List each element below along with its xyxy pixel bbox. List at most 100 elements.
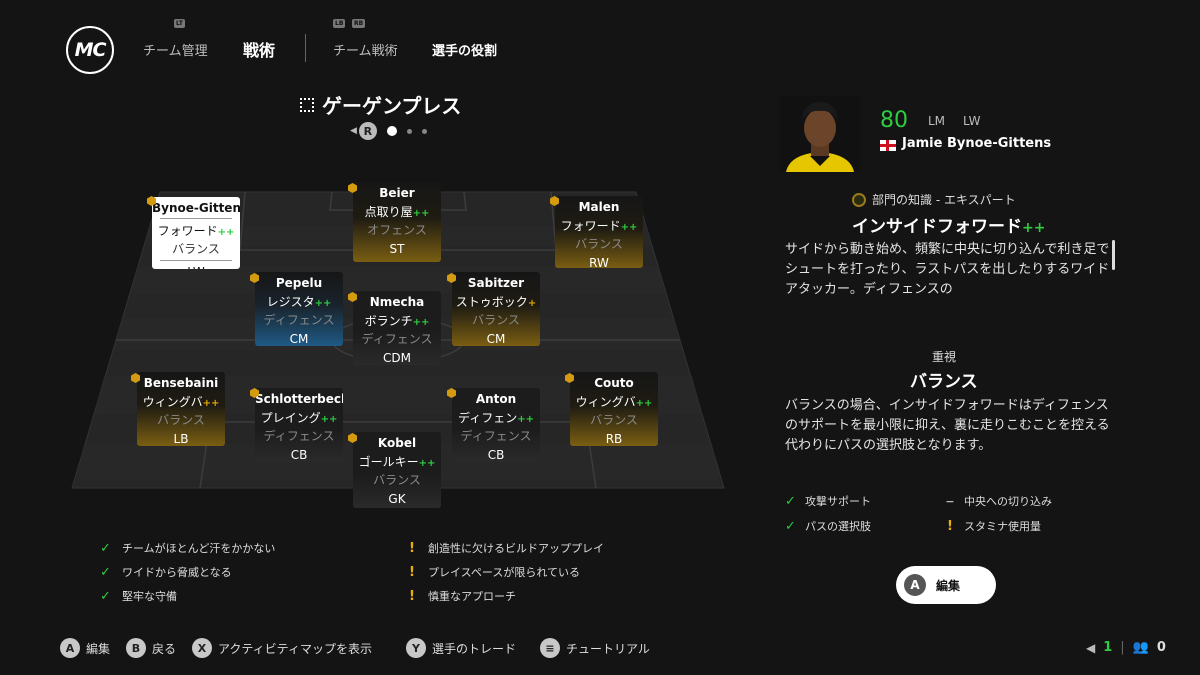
player-focus: バランス — [157, 413, 205, 427]
player-role: フォワード++ — [157, 224, 235, 238]
formation-name: ゲーゲンプレス — [322, 94, 462, 118]
hint-back[interactable]: B 戻る — [126, 638, 176, 658]
hint-activity-map[interactable]: X アクティビティマップを表示 — [192, 638, 372, 658]
player-name: Bensebaini — [143, 376, 219, 390]
warning-icon: ! — [409, 540, 415, 556]
team-positive-traits: ✓ チームがほとんど汗をかかない ✓ ワイドから脅威となる ✓ 堅牢な守備 — [100, 540, 275, 604]
player-card-cm-left[interactable]: Pepelu レジスタ++ ディフェンス CM — [255, 272, 343, 346]
app-logo: MC — [66, 26, 114, 74]
tab-tactics[interactable]: 戦術 — [243, 37, 275, 61]
count-1: 1 — [1103, 640, 1113, 655]
player-card-rw[interactable]: Malen フォワード++ バランス RW — [555, 196, 643, 268]
player-name: Anton — [475, 392, 517, 406]
speaker-icon: ◀ — [1086, 640, 1096, 655]
player-focus: ディフェンス — [361, 332, 433, 346]
trait-negative: ! 慎重なアプローチ — [406, 588, 604, 604]
hint-trade-player[interactable]: Y 選手のトレード — [406, 638, 516, 658]
player-role: フォワード++ — [560, 219, 638, 233]
focus-description: バランスの場合、インサイドフォワードはディフェンスのサポートを最小限に抑え、裏に… — [785, 398, 1110, 453]
hint-tutorial[interactable]: ≡ チュートリアル — [540, 638, 650, 658]
nav-divider — [305, 34, 306, 62]
check-icon: ✓ — [785, 493, 796, 509]
player-name: Bynoe-Gittens — [152, 201, 240, 215]
player-full-name: Jamie Bynoe-Gittens — [902, 136, 1052, 151]
rb-hint-icon: RB — [352, 19, 366, 28]
player-card-cb-left[interactable]: Schlotterbeck プレイング++ ディフェンス CB — [255, 388, 343, 462]
trait-positive: ✓ ワイドから脅威となる — [100, 564, 232, 580]
player-position: ST — [389, 242, 405, 256]
formation-title: ゲーゲンプレス — [300, 90, 461, 119]
player-focus: オフェンス — [367, 223, 427, 237]
trait-negative: ! プレイスペースが限られている — [406, 564, 604, 580]
player-role: ウィングバ++ — [142, 395, 220, 409]
player-position: LB — [173, 432, 189, 446]
player-role: ディフェン++ — [458, 411, 534, 425]
perk-item: − 中央への切り込み — [945, 494, 1052, 509]
player-name: Couto — [594, 376, 634, 390]
a-button-icon: A — [904, 574, 926, 596]
role-title: インサイドフォワード++ — [852, 217, 1046, 237]
player-card-gk[interactable]: Kobel ゴールキー++ バランス GK — [353, 432, 441, 508]
player-name: Pepelu — [275, 276, 323, 290]
player-position: CDM — [383, 351, 411, 365]
count-2: 0 — [1156, 640, 1166, 655]
player-card-rb[interactable]: Couto ウィングバ++ バランス RB — [570, 372, 658, 446]
player-overall-rating: 80 — [880, 108, 908, 133]
formation-pager[interactable]: ◀ R — [350, 122, 427, 140]
check-icon: ✓ — [100, 588, 111, 604]
check-icon: ✓ — [100, 540, 111, 556]
player-focus: バランス — [590, 413, 638, 427]
lt-hint-icon: LT — [174, 19, 185, 28]
pager-dot[interactable] — [421, 128, 427, 134]
player-position: RB — [605, 432, 623, 446]
player-card-st[interactable]: Beier 点取り屋++ オフェンス ST — [353, 182, 441, 262]
player-name: Nmecha — [369, 295, 425, 309]
edit-role-button[interactable]: A 編集 — [896, 566, 996, 604]
menu-button-icon: ≡ — [540, 638, 560, 658]
player-card-lw[interactable]: Bynoe-Gittens フォワード++ バランス LW — [152, 197, 240, 269]
player-position: CB — [290, 448, 308, 462]
r-button-icon[interactable]: R — [358, 122, 377, 140]
hint-edit[interactable]: A 編集 — [60, 638, 110, 658]
player-position: CM — [486, 332, 506, 346]
focus-label: 重視 — [932, 350, 957, 364]
player-focus: バランス — [575, 237, 623, 251]
player-name: Kobel — [377, 436, 417, 450]
player-focus: バランス — [172, 242, 220, 256]
perk-item: ✓ 攻撃サポート — [785, 493, 871, 509]
formation-icon — [300, 97, 314, 112]
player-name: Malen — [578, 200, 620, 214]
team-negative-traits: ! 創造性に欠けるビルドアッププレイ ! プレイスペースが限られている ! 慎重なアプ… — [406, 540, 604, 604]
description-scrollbar[interactable] — [1112, 240, 1115, 270]
status-divider: | — [1120, 640, 1125, 655]
tab-team-management[interactable]: チーム管理 — [143, 40, 208, 59]
player-role: ストゥボック+ — [455, 295, 537, 309]
player-avatar — [780, 96, 860, 172]
pager-dot[interactable] — [406, 128, 412, 134]
player-card-cb-right[interactable]: Anton ディフェン++ ディフェンス CB — [452, 388, 540, 462]
player-role: ゴールキー++ — [358, 455, 436, 469]
role-description: サイドから動き始め、頻繁に中央に切り込んで利き足でシュートを打ったり、ラストパス… — [785, 242, 1110, 297]
check-icon: ✓ — [100, 564, 111, 580]
warning-icon: ! — [947, 518, 953, 534]
pager-dot[interactable] — [386, 126, 397, 136]
player-card-lb[interactable]: Bensebaini ウィングバ++ バランス LB — [137, 372, 225, 446]
player-position: CB — [487, 448, 505, 462]
player-focus: ディフェンス — [460, 429, 532, 443]
tab-player-roles[interactable]: 選手の役割 — [432, 40, 497, 59]
x-button-icon: X — [192, 638, 212, 658]
focus-value: バランス — [910, 372, 978, 392]
player-focus: バランス — [472, 313, 520, 327]
role-knowledge: 部門の知識 - エキスパート — [852, 191, 1016, 208]
player-card-cm-right[interactable]: Sabitzer ストゥボック+ バランス CM — [452, 272, 540, 346]
player-role: ウィングバ++ — [575, 395, 653, 409]
player-focus: ディフェンス — [263, 313, 335, 327]
player-focus: バランス — [373, 473, 421, 487]
tab-team-tactics[interactable]: チーム戦術 — [333, 40, 398, 59]
player-card-cdm[interactable]: Nmecha ボランチ++ ディフェンス CDM — [353, 291, 441, 365]
expertise-icon — [852, 192, 866, 207]
england-flag-icon — [880, 140, 896, 151]
status-counts: ◀ 1 | 👥 0 — [1086, 640, 1166, 655]
b-button-icon: B — [126, 638, 146, 658]
player-focus: ディフェンス — [263, 429, 335, 443]
